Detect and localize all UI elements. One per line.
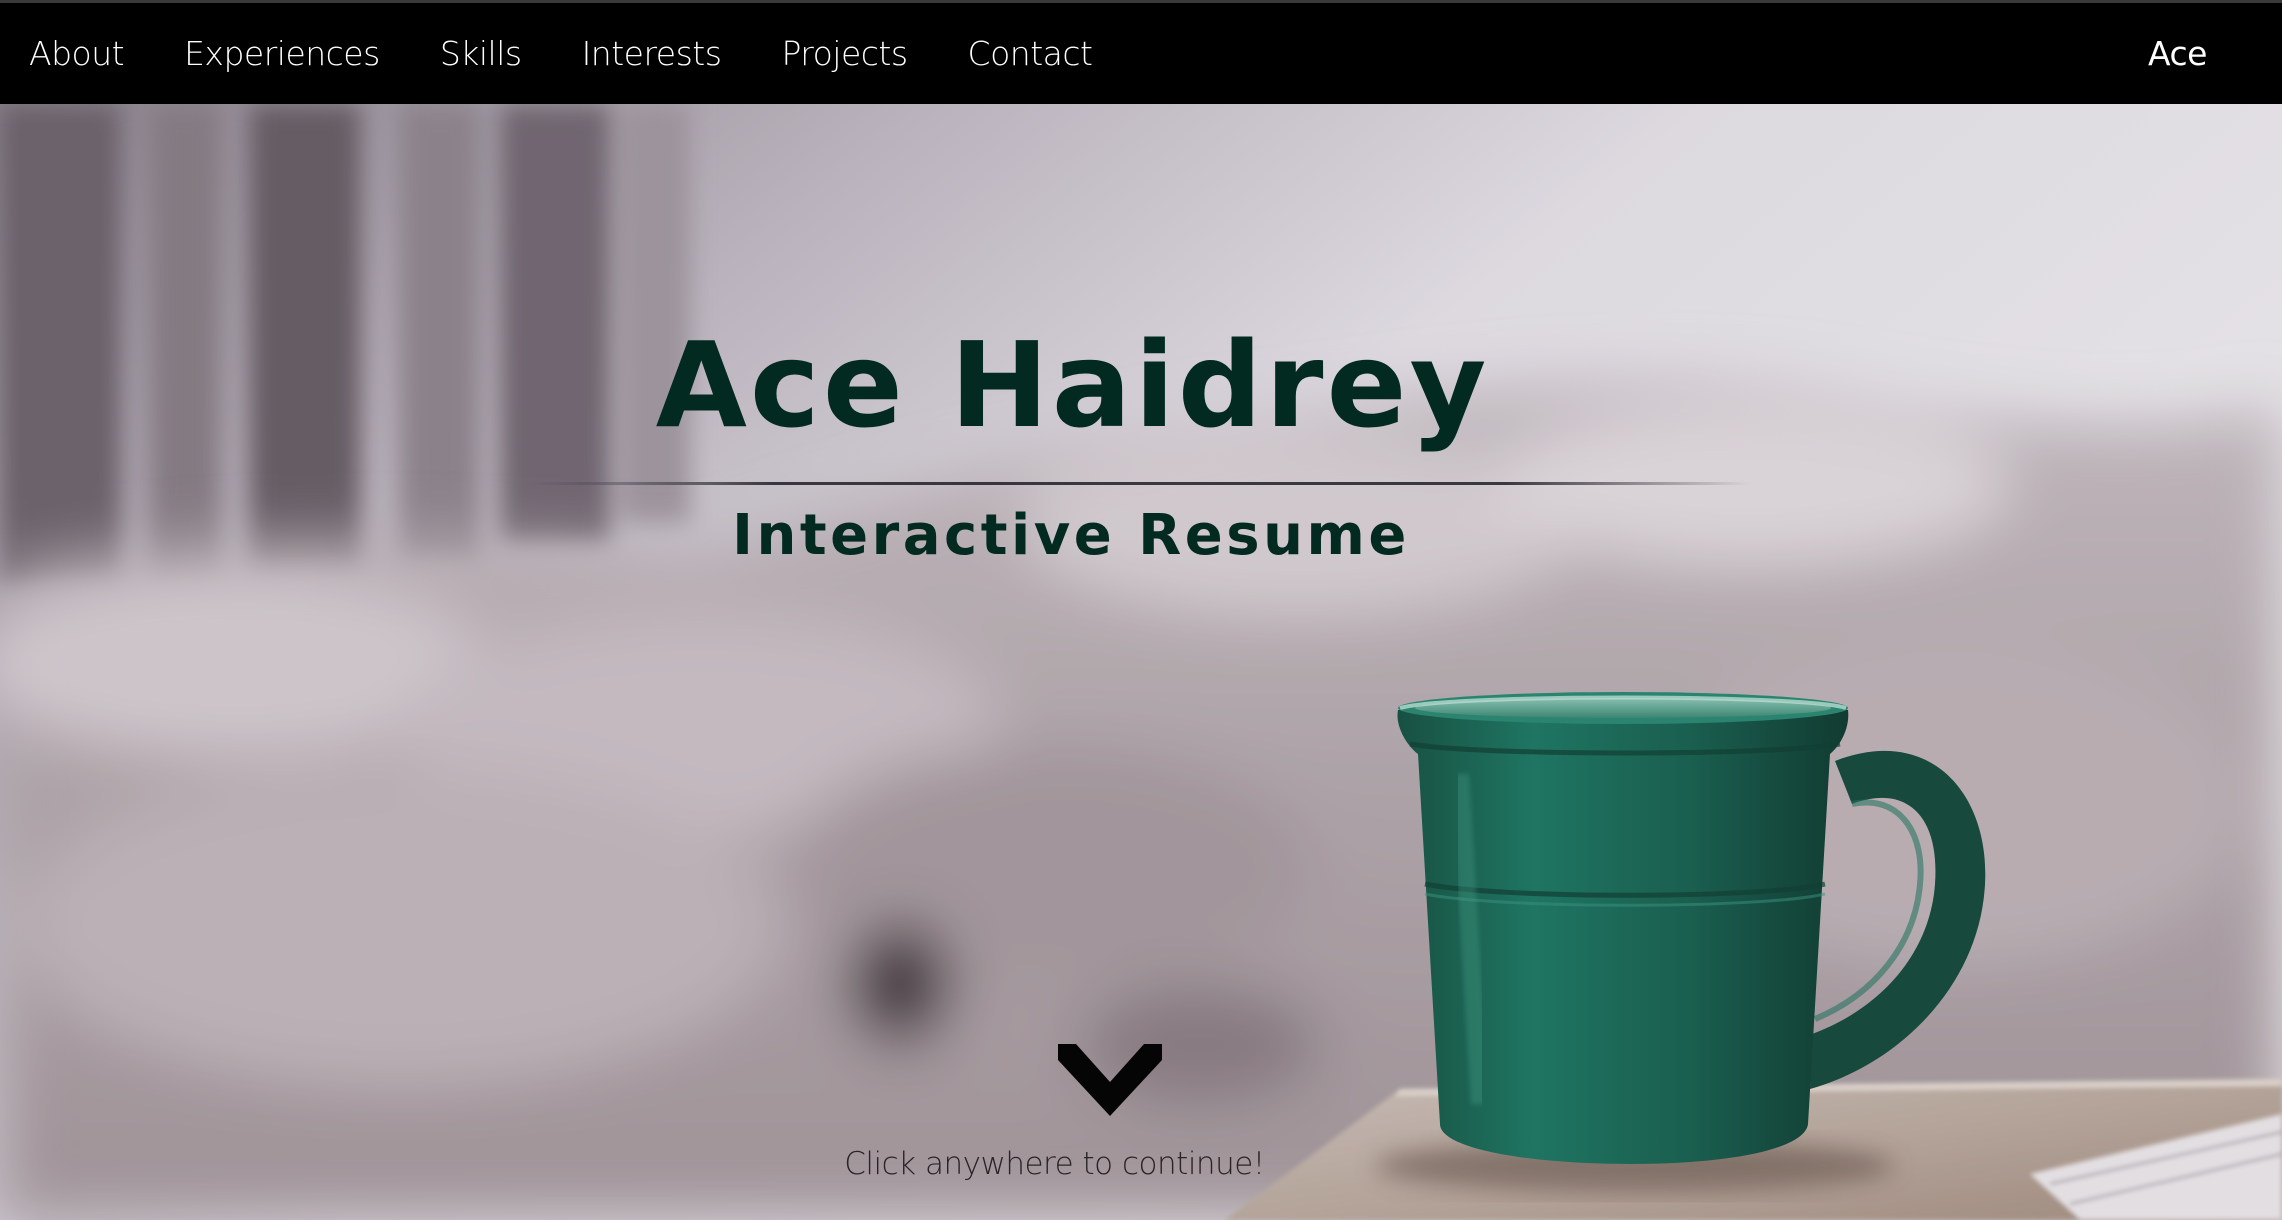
chevron-down-icon[interactable]	[1058, 1044, 1162, 1116]
hero-title: Ace Haidrey	[655, 316, 1490, 454]
nav-link-projects[interactable]: Projects	[751, 34, 937, 73]
hero-divider	[530, 482, 1750, 485]
nav-link-interests[interactable]: Interests	[552, 34, 752, 73]
resume-page: About Experiences Skills Interests Proje…	[0, 0, 2282, 1220]
nav-link-contact[interactable]: Contact	[938, 34, 1123, 73]
nav-brand[interactable]: Ace	[2148, 3, 2207, 104]
top-navbar: About Experiences Skills Interests Proje…	[0, 0, 2282, 104]
hero-section[interactable]: Ace Haidrey Interactive Resume Click any…	[0, 104, 2282, 1220]
nav-links: About Experiences Skills Interests Proje…	[0, 3, 1122, 104]
nav-link-experiences[interactable]: Experiences	[154, 34, 410, 73]
continue-prompt: Click anywhere to continue!	[844, 1146, 1265, 1182]
hero-subtitle: Interactive Resume	[732, 503, 1410, 568]
nav-link-skills[interactable]: Skills	[410, 34, 552, 73]
nav-link-about[interactable]: About	[0, 34, 154, 73]
